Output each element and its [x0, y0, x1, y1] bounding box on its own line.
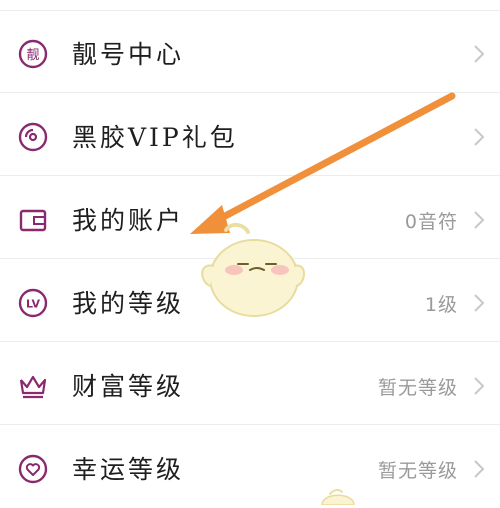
- chevron-right-icon: [474, 294, 485, 312]
- menu-item-label: 财富等级: [72, 372, 185, 401]
- chevron-right-icon: [474, 128, 485, 146]
- menu-item-wealth-level[interactable]: 财富等级 暂无等级: [0, 345, 500, 425]
- pretty-number-glyph: 靓: [26, 48, 39, 63]
- chevron-right-icon: [474, 45, 485, 63]
- menu-item-label: 幸运等级: [72, 455, 185, 484]
- crown-icon: [19, 375, 47, 399]
- mascot-peek-icon: [321, 488, 355, 505]
- vinyl-disc-icon: [18, 122, 48, 152]
- menu-item-label: 我的账户: [72, 206, 185, 235]
- menu-item-label: 靓号中心: [72, 40, 185, 69]
- menu-item-lucky-level[interactable]: 幸运等级 暂无等级: [0, 428, 500, 508]
- level-badge-text: LV: [26, 298, 40, 311]
- menu-item-vinyl-vip[interactable]: 黑胶VIP礼包: [0, 96, 500, 176]
- menu-item-value: 0音符: [404, 211, 458, 233]
- mascot-sticker-icon: [201, 223, 305, 317]
- menu-item-label: 黑胶VIP礼包: [72, 123, 238, 152]
- level-badge-icon: LV: [18, 288, 48, 318]
- pretty-number-icon: 靓: [18, 39, 48, 69]
- menu-item-pretty-number[interactable]: 靓 靓号中心: [0, 13, 500, 93]
- divider: [0, 10, 500, 11]
- chevron-right-icon: [474, 377, 485, 395]
- menu-item-value: 暂无等级: [377, 377, 458, 399]
- chevron-right-icon: [474, 211, 485, 229]
- menu-item-label: 我的等级: [72, 289, 185, 318]
- menu-item-value: 暂无等级: [377, 460, 458, 482]
- wallet-icon: [19, 209, 47, 232]
- chevron-right-icon: [474, 460, 485, 478]
- heart-icon: [18, 454, 48, 484]
- menu-item-value: 1级: [424, 294, 458, 316]
